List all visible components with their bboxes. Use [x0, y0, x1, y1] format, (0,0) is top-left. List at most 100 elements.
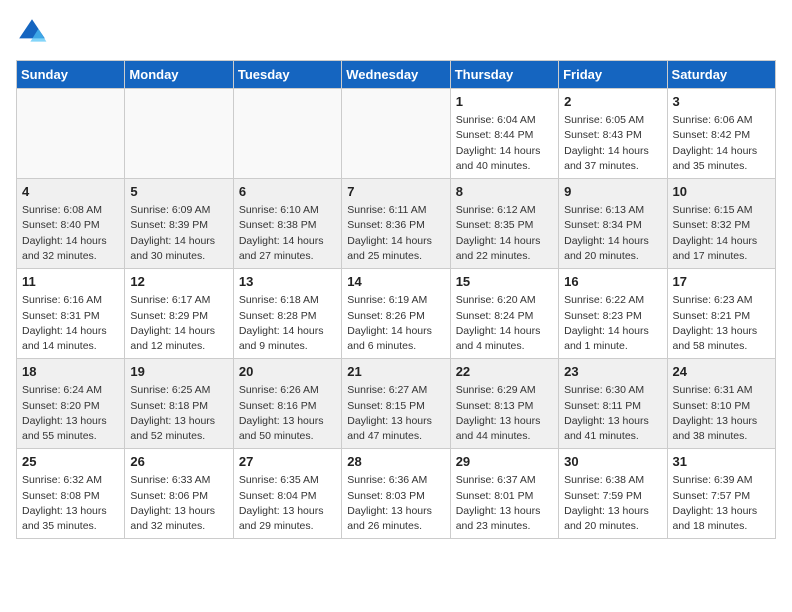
calendar-cell: 25 Sunrise: 6:32 AM Sunset: 8:08 PM Dayli…	[17, 449, 125, 539]
calendar-cell: 6 Sunrise: 6:10 AM Sunset: 8:38 PM Daylig…	[233, 179, 341, 269]
day-info: Sunrise: 6:04 AM Sunset: 8:44 PM Dayligh…	[456, 113, 553, 174]
day-number: 17	[673, 273, 770, 291]
day-info: Sunrise: 6:27 AM Sunset: 8:15 PM Dayligh…	[347, 383, 444, 444]
calendar-cell: 11 Sunrise: 6:16 AM Sunset: 8:31 PM Dayli…	[17, 269, 125, 359]
calendar-cell: 14 Sunrise: 6:19 AM Sunset: 8:26 PM Dayli…	[342, 269, 450, 359]
day-header-wednesday: Wednesday	[342, 61, 450, 89]
day-info: Sunrise: 6:25 AM Sunset: 8:18 PM Dayligh…	[130, 383, 227, 444]
calendar-cell: 19 Sunrise: 6:25 AM Sunset: 8:18 PM Dayli…	[125, 359, 233, 449]
calendar-cell: 3 Sunrise: 6:06 AM Sunset: 8:42 PM Daylig…	[667, 89, 775, 179]
calendar-cell: 20 Sunrise: 6:26 AM Sunset: 8:16 PM Dayli…	[233, 359, 341, 449]
day-number: 1	[456, 93, 553, 111]
calendar-cell: 8Sunrise: 6:12 AM Sunset: 8:35 PM Daylig…	[450, 179, 558, 269]
calendar-cell: 5 Sunrise: 6:09 AM Sunset: 8:39 PM Daylig…	[125, 179, 233, 269]
calendar-cell: 10 Sunrise: 6:15 AM Sunset: 8:32 PM Dayli…	[667, 179, 775, 269]
calendar-cell: 21 Sunrise: 6:27 AM Sunset: 8:15 PM Dayli…	[342, 359, 450, 449]
calendar-cell	[233, 89, 341, 179]
calendar-cell: 4 Sunrise: 6:08 AM Sunset: 8:40 PM Daylig…	[17, 179, 125, 269]
calendar-cell: 2Sunrise: 6:05 AM Sunset: 8:43 PM Daylig…	[559, 89, 667, 179]
day-number: 10	[673, 183, 770, 201]
calendar-cell: 17 Sunrise: 6:23 AM Sunset: 8:21 PM Dayli…	[667, 269, 775, 359]
day-header-sunday: Sunday	[17, 61, 125, 89]
day-info: Sunrise: 6:06 AM Sunset: 8:42 PM Dayligh…	[673, 113, 770, 174]
day-info: Sunrise: 6:13 AM Sunset: 8:34 PM Dayligh…	[564, 203, 661, 264]
day-number: 19	[130, 363, 227, 381]
day-info: Sunrise: 6:29 AM Sunset: 8:13 PM Dayligh…	[456, 383, 553, 444]
week-row-4: 18Sunrise: 6:24 AM Sunset: 8:20 PM Dayli…	[17, 359, 776, 449]
day-header-thursday: Thursday	[450, 61, 558, 89]
day-number: 23	[564, 363, 661, 381]
day-number: 3	[673, 93, 770, 111]
day-number: 13	[239, 273, 336, 291]
calendar-cell: 29 Sunrise: 6:37 AM Sunset: 8:01 PM Dayli…	[450, 449, 558, 539]
header	[16, 16, 776, 48]
day-info: Sunrise: 6:15 AM Sunset: 8:32 PM Dayligh…	[673, 203, 770, 264]
day-number: 30	[564, 453, 661, 471]
day-number: 6	[239, 183, 336, 201]
day-info: Sunrise: 6:23 AM Sunset: 8:21 PM Dayligh…	[673, 293, 770, 354]
calendar-cell: 18Sunrise: 6:24 AM Sunset: 8:20 PM Dayli…	[17, 359, 125, 449]
day-number: 28	[347, 453, 444, 471]
week-row-1: 1 Sunrise: 6:04 AM Sunset: 8:44 PM Daylig…	[17, 89, 776, 179]
day-number: 15	[456, 273, 553, 291]
week-row-5: 25 Sunrise: 6:32 AM Sunset: 8:08 PM Dayli…	[17, 449, 776, 539]
day-header-tuesday: Tuesday	[233, 61, 341, 89]
day-number: 2	[564, 93, 661, 111]
day-info: Sunrise: 6:38 AM Sunset: 7:59 PM Dayligh…	[564, 473, 661, 534]
day-number: 26	[130, 453, 227, 471]
day-info: Sunrise: 6:11 AM Sunset: 8:36 PM Dayligh…	[347, 203, 444, 264]
day-number: 7	[347, 183, 444, 201]
day-info: Sunrise: 6:16 AM Sunset: 8:31 PM Dayligh…	[22, 293, 119, 354]
day-info: Sunrise: 6:08 AM Sunset: 8:40 PM Dayligh…	[22, 203, 119, 264]
day-info: Sunrise: 6:30 AM Sunset: 8:11 PM Dayligh…	[564, 383, 661, 444]
header-row: SundayMondayTuesdayWednesdayThursdayFrid…	[17, 61, 776, 89]
day-number: 20	[239, 363, 336, 381]
calendar-cell: 12Sunrise: 6:17 AM Sunset: 8:29 PM Dayli…	[125, 269, 233, 359]
calendar-table: SundayMondayTuesdayWednesdayThursdayFrid…	[16, 60, 776, 539]
day-number: 29	[456, 453, 553, 471]
logo	[16, 16, 52, 48]
day-number: 14	[347, 273, 444, 291]
day-info: Sunrise: 6:24 AM Sunset: 8:20 PM Dayligh…	[22, 383, 119, 444]
day-header-saturday: Saturday	[667, 61, 775, 89]
calendar-cell: 30 Sunrise: 6:38 AM Sunset: 7:59 PM Dayli…	[559, 449, 667, 539]
day-info: Sunrise: 6:19 AM Sunset: 8:26 PM Dayligh…	[347, 293, 444, 354]
day-info: Sunrise: 6:32 AM Sunset: 8:08 PM Dayligh…	[22, 473, 119, 534]
day-header-friday: Friday	[559, 61, 667, 89]
calendar-cell: 15 Sunrise: 6:20 AM Sunset: 8:24 PM Dayli…	[450, 269, 558, 359]
day-info: Sunrise: 6:31 AM Sunset: 8:10 PM Dayligh…	[673, 383, 770, 444]
calendar-cell: 27Sunrise: 6:35 AM Sunset: 8:04 PM Dayli…	[233, 449, 341, 539]
day-info: Sunrise: 6:37 AM Sunset: 8:01 PM Dayligh…	[456, 473, 553, 534]
calendar-cell	[125, 89, 233, 179]
day-number: 5	[130, 183, 227, 201]
day-number: 31	[673, 453, 770, 471]
day-info: Sunrise: 6:33 AM Sunset: 8:06 PM Dayligh…	[130, 473, 227, 534]
calendar-cell: 13 Sunrise: 6:18 AM Sunset: 8:28 PM Dayli…	[233, 269, 341, 359]
day-info: Sunrise: 6:26 AM Sunset: 8:16 PM Dayligh…	[239, 383, 336, 444]
day-number: 22	[456, 363, 553, 381]
calendar-cell: 26 Sunrise: 6:33 AM Sunset: 8:06 PM Dayli…	[125, 449, 233, 539]
calendar-cell: 1 Sunrise: 6:04 AM Sunset: 8:44 PM Daylig…	[450, 89, 558, 179]
calendar-cell: 22 Sunrise: 6:29 AM Sunset: 8:13 PM Dayli…	[450, 359, 558, 449]
day-number: 11	[22, 273, 119, 291]
calendar-cell: 28 Sunrise: 6:36 AM Sunset: 8:03 PM Dayli…	[342, 449, 450, 539]
week-row-2: 4 Sunrise: 6:08 AM Sunset: 8:40 PM Daylig…	[17, 179, 776, 269]
day-info: Sunrise: 6:36 AM Sunset: 8:03 PM Dayligh…	[347, 473, 444, 534]
day-info: Sunrise: 6:35 AM Sunset: 8:04 PM Dayligh…	[239, 473, 336, 534]
day-info: Sunrise: 6:18 AM Sunset: 8:28 PM Dayligh…	[239, 293, 336, 354]
calendar-cell: 23 Sunrise: 6:30 AM Sunset: 8:11 PM Dayli…	[559, 359, 667, 449]
day-number: 16	[564, 273, 661, 291]
day-info: Sunrise: 6:20 AM Sunset: 8:24 PM Dayligh…	[456, 293, 553, 354]
day-number: 4	[22, 183, 119, 201]
day-info: Sunrise: 6:10 AM Sunset: 8:38 PM Dayligh…	[239, 203, 336, 264]
day-info: Sunrise: 6:12 AM Sunset: 8:35 PM Dayligh…	[456, 203, 553, 264]
calendar-cell: 31Sunrise: 6:39 AM Sunset: 7:57 PM Dayli…	[667, 449, 775, 539]
day-number: 25	[22, 453, 119, 471]
day-number: 21	[347, 363, 444, 381]
day-number: 9	[564, 183, 661, 201]
day-info: Sunrise: 6:09 AM Sunset: 8:39 PM Dayligh…	[130, 203, 227, 264]
logo-icon	[16, 16, 48, 48]
day-info: Sunrise: 6:17 AM Sunset: 8:29 PM Dayligh…	[130, 293, 227, 354]
calendar-cell	[342, 89, 450, 179]
week-row-3: 11 Sunrise: 6:16 AM Sunset: 8:31 PM Dayli…	[17, 269, 776, 359]
